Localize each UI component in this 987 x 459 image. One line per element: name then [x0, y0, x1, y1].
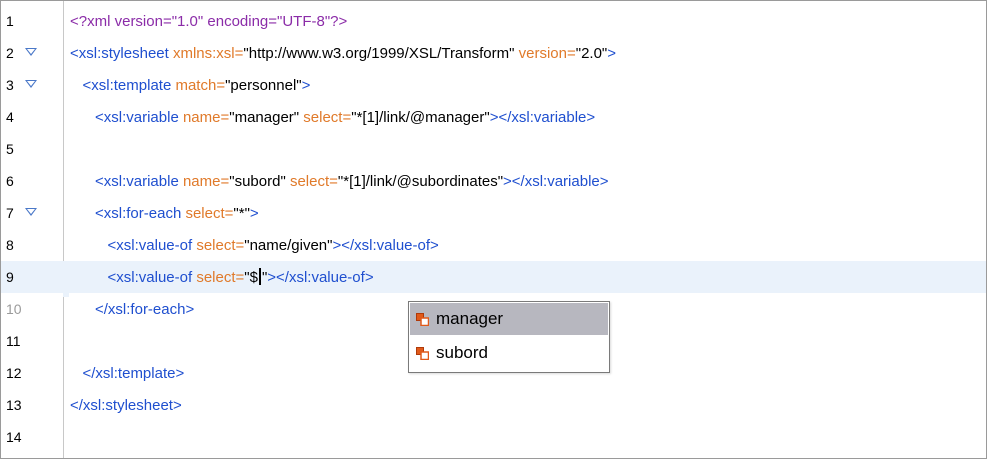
line-number: 14	[6, 429, 22, 445]
code-line[interactable]: 8 <xsl:value-of select="name/given"></xs…	[1, 229, 986, 261]
autocomplete-item-label: manager	[436, 309, 504, 328]
line-number: 6	[6, 173, 14, 189]
line-number: 5	[6, 141, 14, 157]
line-number: 1	[6, 13, 14, 29]
code-line[interactable]: 13 </xsl:stylesheet>	[1, 389, 986, 421]
code-text: </xsl:stylesheet>	[70, 397, 182, 414]
code-token: </xsl:template>	[70, 364, 185, 382]
code-line[interactable]: 4 <xsl:variable name="manager" select="*…	[1, 101, 986, 133]
code-token: name=	[182, 108, 230, 126]
code-line[interactable]: 14	[1, 421, 986, 453]
code-line[interactable]: 9 <xsl:value-of select="$ "></xsl:value-o…	[1, 261, 986, 293]
code-token: select=	[196, 236, 245, 254]
autocomplete-popup: manager subord	[408, 301, 610, 373]
line-number: 9	[6, 269, 14, 285]
code-token: "2.0"	[575, 44, 608, 62]
line-number: 4	[6, 109, 14, 125]
code-text: <xsl:stylesheet xmlns:xsl="http://www.w3…	[70, 45, 616, 62]
code-token: select=	[285, 172, 338, 190]
code-token: select=	[196, 269, 245, 286]
fold-toggle-icon[interactable]	[25, 48, 37, 56]
code-token: >	[301, 76, 311, 94]
code-token: "subord"	[229, 172, 286, 190]
code-token: "name/given"	[244, 236, 333, 254]
code-token: >	[249, 204, 259, 222]
text-cursor	[258, 268, 261, 285]
line-number: 10	[6, 301, 22, 317]
code-token: match=	[175, 76, 226, 94]
code-token: "http://www.w3.org/1999/XSL/Transform"	[243, 44, 515, 62]
code-line[interactable]: 2 <xsl:stylesheet xmlns:xsl="http://www.w…	[1, 37, 986, 69]
line-number: 11	[6, 333, 21, 349]
variable-icon	[416, 347, 429, 360]
code-text: </xsl:for-each>	[70, 301, 194, 318]
code-text: <xsl:template match="personnel">	[70, 76, 311, 94]
autocomplete-item-manager[interactable]: manager	[410, 303, 608, 335]
code-token: ></xsl:value-of>	[332, 236, 439, 254]
fold-toggle-icon[interactable]	[25, 208, 37, 216]
code-token: <?xml version="1.0" encoding="UTF-8"?>	[70, 12, 348, 30]
code-token: >	[607, 44, 617, 62]
line-number: 8	[6, 237, 14, 253]
code-token: <xsl:value-of	[70, 236, 197, 254]
code-token: "*[1]/link/@manager"	[351, 108, 490, 126]
code-token: "manager"	[229, 108, 300, 126]
code-token: "*"	[233, 204, 250, 222]
fold-toggle-icon[interactable]	[25, 80, 37, 88]
code-line[interactable]: 1 <?xml version="1.0" encoding="UTF-8"?>	[1, 5, 986, 37]
variable-icon	[416, 313, 429, 326]
code-token: <xsl:variable	[70, 108, 183, 126]
line-number: 12	[6, 365, 22, 381]
code-token: ></xsl:variable>	[503, 172, 609, 190]
code-token: ></xsl:variable>	[489, 108, 596, 126]
code-line[interactable]: 3 <xsl:template match="personnel">	[1, 69, 986, 101]
code-line[interactable]: 7 <xsl:for-each select="*">	[1, 197, 986, 229]
code-token: version=	[514, 44, 576, 62]
code-token: "*[1]/link/@subordinates"	[337, 172, 504, 190]
code-token: </xsl:for-each>	[70, 300, 195, 318]
code-token: <xsl:template	[70, 76, 176, 94]
code-token: "personnel"	[225, 76, 302, 94]
code-token: <xsl:for-each	[70, 204, 186, 222]
autocomplete-item-subord[interactable]: subord	[410, 337, 608, 369]
code-token: select=	[185, 204, 234, 222]
code-token: </xsl:stylesheet>	[70, 396, 182, 414]
code-token: name=	[182, 172, 230, 190]
code-text: <?xml version="1.0" encoding="UTF-8"?>	[70, 13, 347, 30]
autocomplete-item-label: subord	[436, 343, 488, 362]
code-line[interactable]: 5	[1, 133, 986, 165]
code-token: select=	[299, 108, 352, 126]
xml-code-editor[interactable]: 1 <?xml version="1.0" encoding="UTF-8"?> 2…	[0, 0, 987, 459]
code-text: <xsl:value-of select="name/given"></xsl:…	[70, 237, 439, 254]
code-text: </xsl:template>	[70, 364, 185, 382]
code-token: <xsl:stylesheet	[70, 44, 173, 62]
code-token: <xsl:value-of	[70, 269, 197, 286]
code-token: xmlns:xsl=	[172, 44, 244, 62]
code-token: ></xsl:value-of>	[267, 269, 374, 286]
code-line[interactable]: 6 <xsl:variable name="subord" select="*[…	[1, 165, 986, 197]
code-text: <xsl:for-each select="*">	[70, 205, 259, 222]
code-text: <xsl:variable name="manager" select="*[1…	[70, 109, 595, 126]
code-text: <xsl:variable name="subord" select="*[1]…	[70, 173, 609, 190]
code-token: <xsl:variable	[70, 172, 183, 190]
code-token: "$	[244, 269, 258, 286]
line-number: 13	[6, 397, 22, 413]
code-text: <xsl:value-of select="$ "></xsl:value-of>	[70, 268, 374, 286]
